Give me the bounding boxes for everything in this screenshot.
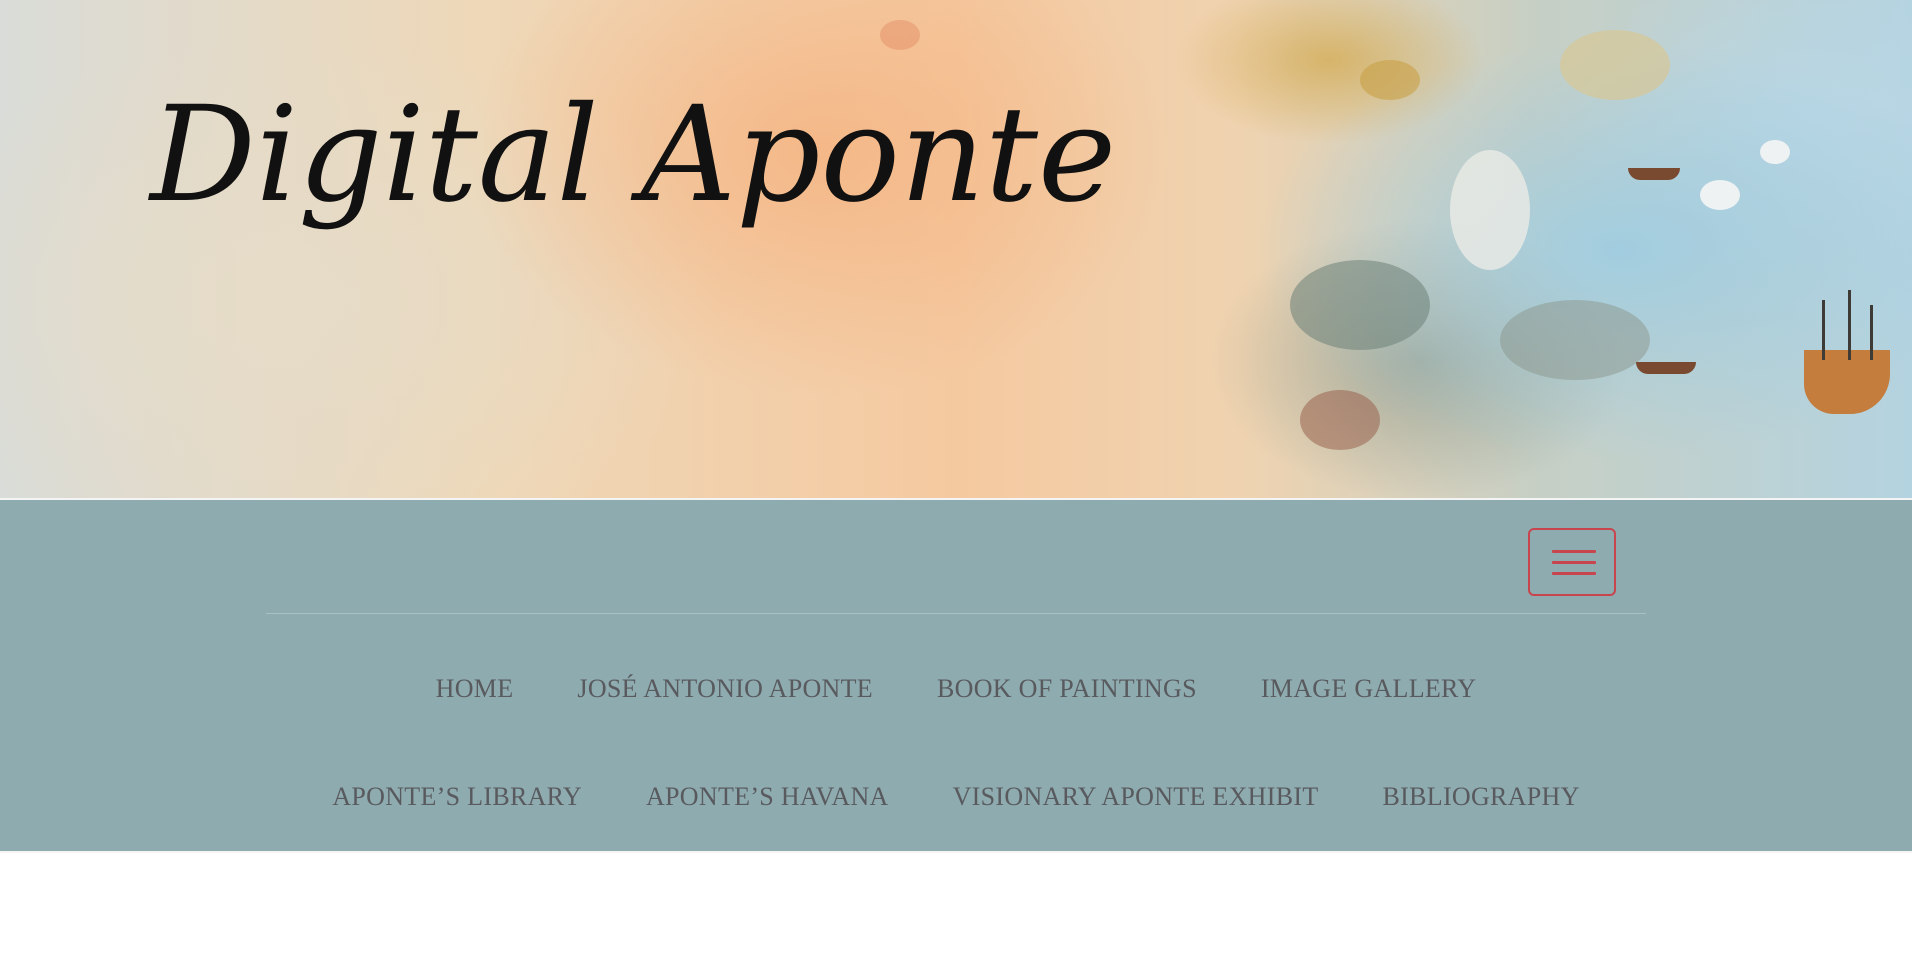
paint-splash bbox=[1500, 300, 1650, 380]
nav-link-apontes-library[interactable]: APONTE’S LIBRARY bbox=[332, 782, 582, 812]
paint-splash bbox=[1290, 260, 1430, 350]
nav-link-apontes-havana[interactable]: APONTE’S HAVANA bbox=[646, 782, 889, 812]
paint-splash bbox=[1450, 150, 1530, 270]
nav-link-image-gallery[interactable]: IMAGE GALLERY bbox=[1261, 674, 1477, 704]
script-logo-text: Digital Aponte bbox=[148, 78, 1116, 232]
page-content bbox=[0, 855, 1912, 960]
navbar-divider bbox=[266, 613, 1646, 614]
paint-splash bbox=[1300, 390, 1380, 450]
ship-illustration bbox=[1804, 350, 1890, 414]
header-banner: Digital Aponte bbox=[0, 0, 1912, 498]
ship-mast bbox=[1822, 300, 1825, 360]
paint-splash bbox=[1560, 30, 1670, 100]
nav-link-visionary-aponte-exhibit[interactable]: VISIONARY APONTE EXHIBIT bbox=[953, 782, 1319, 812]
hamburger-menu-icon bbox=[1552, 572, 1596, 575]
main-navbar: HOME JOSÉ ANTONIO APONTE BOOK OF PAINTIN… bbox=[0, 498, 1912, 853]
nav-link-jose-antonio-aponte[interactable]: JOSÉ ANTONIO APONTE bbox=[577, 674, 873, 704]
nav-links-row-2: APONTE’S LIBRARY APONTE’S HAVANA VISIONA… bbox=[0, 782, 1912, 812]
nav-link-book-of-paintings[interactable]: BOOK OF PAINTINGS bbox=[937, 674, 1197, 704]
navbar-toggle-button[interactable] bbox=[1528, 528, 1616, 596]
paint-splash bbox=[1760, 140, 1790, 164]
site-title: Digital Aponte bbox=[148, 78, 1116, 232]
paint-splash bbox=[880, 20, 920, 50]
paint-splash bbox=[1360, 60, 1420, 100]
nav-link-bibliography[interactable]: BIBLIOGRAPHY bbox=[1383, 782, 1580, 812]
hamburger-menu-icon bbox=[1552, 550, 1596, 553]
boat-illustration bbox=[1636, 362, 1696, 374]
nav-link-home[interactable]: HOME bbox=[436, 674, 514, 704]
hamburger-menu-icon bbox=[1552, 561, 1596, 564]
boat-illustration bbox=[1628, 168, 1680, 180]
nav-links-row-1: HOME JOSÉ ANTONIO APONTE BOOK OF PAINTIN… bbox=[0, 674, 1912, 704]
paint-splash bbox=[1700, 180, 1740, 210]
site-logo[interactable]: Digital Aponte bbox=[140, 60, 1220, 260]
ship-mast bbox=[1870, 305, 1873, 360]
ship-mast bbox=[1848, 290, 1851, 360]
